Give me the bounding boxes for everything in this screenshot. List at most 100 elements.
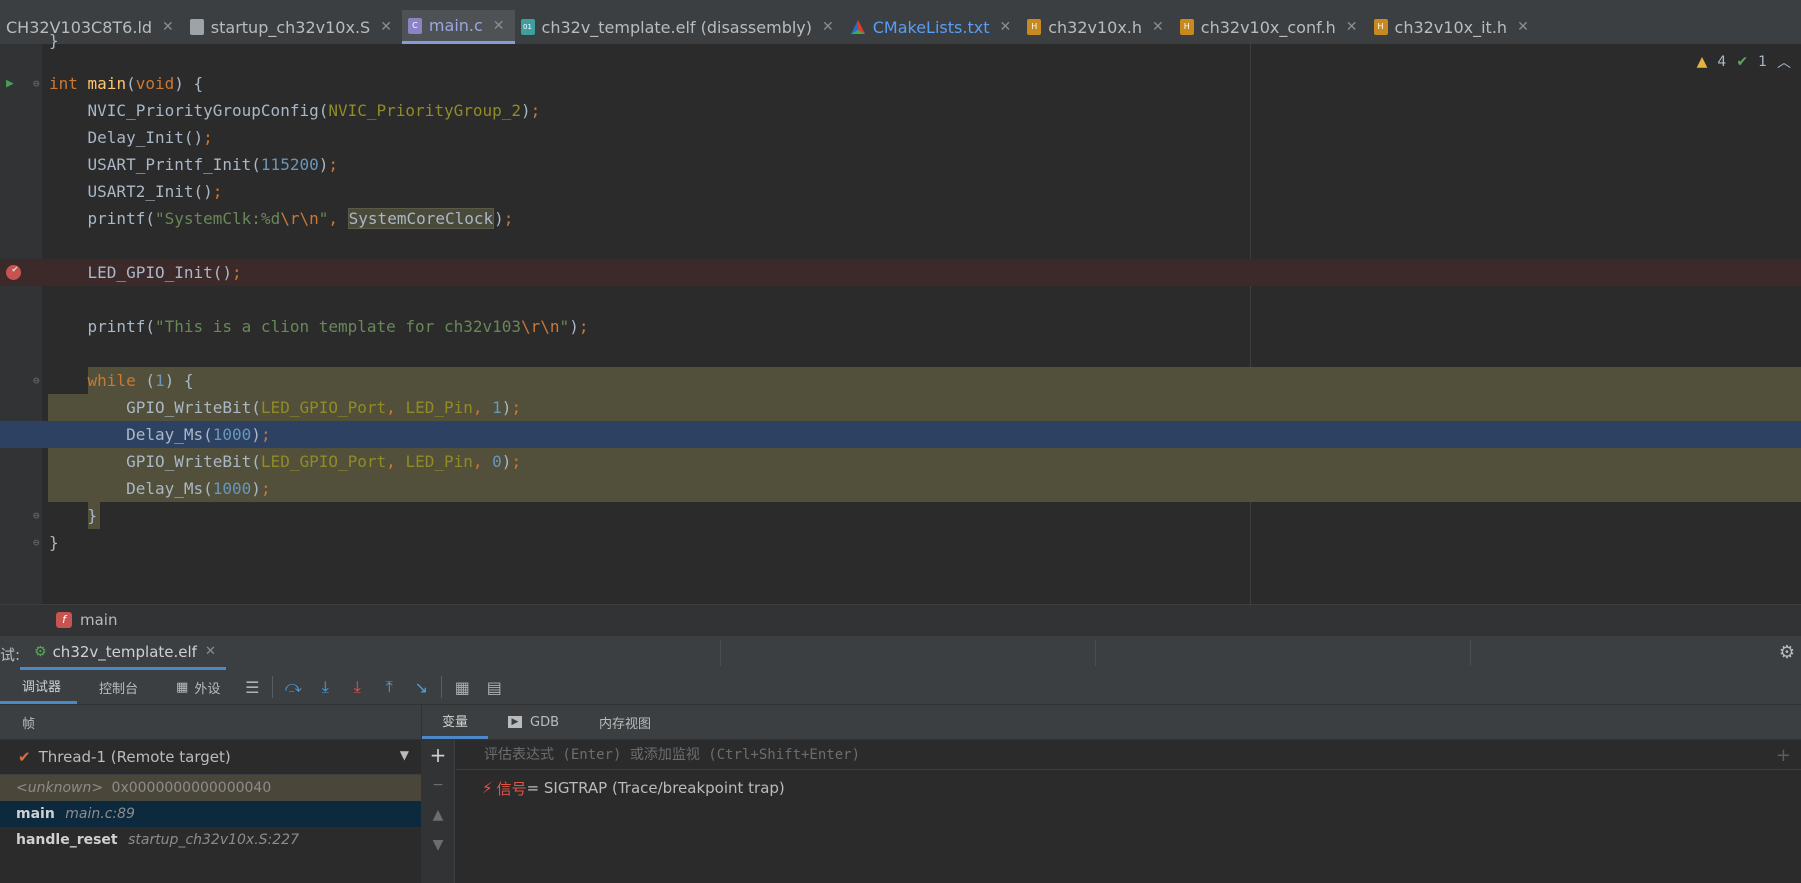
move-up-icon[interactable]: ▲ (422, 800, 454, 830)
code-line: USART2_Init(); (0, 178, 1801, 205)
tab-gdb[interactable]: ▶ GDB (488, 705, 579, 739)
tab-label: GDB (530, 714, 560, 730)
code-text: printf("SystemClk:%d\r\n", SystemCoreClo… (87, 208, 514, 229)
evaluate-expression-input[interactable] (456, 740, 1801, 770)
tab-debugger[interactable]: 调试器 (0, 670, 78, 704)
fold-icon[interactable]: ⊖ (33, 70, 40, 97)
signal-variable-row[interactable]: ⚡ 信号 = SIGTRAP (Trace/breakpoint trap) (482, 775, 785, 801)
variables-tabs: 变量 ▶ GDB 内存视图 (422, 705, 1801, 740)
tab-variables[interactable]: 变量 (422, 705, 489, 739)
code-text: printf("This is a clion template for ch3… (87, 317, 589, 336)
frames-header: 帧 (0, 705, 421, 740)
fold-icon[interactable]: ⊖ (33, 502, 40, 529)
code-text: GPIO_WriteBit(LED_GPIO_Port, LED_Pin, 1)… (126, 398, 522, 417)
fold-icon[interactable]: ⊖ (33, 529, 40, 556)
debug-bug-icon: ⚙ (34, 643, 47, 660)
frame-row[interactable]: handle_reset startup_ch32v10x.S:227 (0, 827, 421, 853)
code-text: Delay_Ms(1000); (126, 425, 271, 444)
tool-window-title: 试: (0, 646, 21, 664)
tab-label: 调试器 (22, 680, 62, 695)
frame-name: <unknown> (16, 780, 104, 796)
code-line: ⊖ while (1) { (0, 367, 1801, 394)
code-line: ▶ ⊖ int main(void) { (0, 70, 1801, 97)
code-editor[interactable]: ▲ 4 ✔ 1 ︿ } ▶ ⊖ int main(void) { NVIC_Pr… (0, 31, 1801, 604)
add-watch-icon[interactable]: + (1776, 745, 1791, 766)
force-step-into-icon[interactable]: ⤓ (341, 670, 373, 704)
frame-location: 0x0000000000000040 (111, 780, 272, 796)
divider (272, 676, 274, 698)
signal-icon: ⚡ (482, 779, 493, 797)
evaluate-table-icon[interactable]: ▦ (446, 670, 478, 704)
run-gutter-icon[interactable]: ▶ (6, 70, 14, 97)
debug-session-label: ch32v_template.elf (52, 642, 197, 661)
selection-highlight (88, 367, 1801, 394)
layout-icon[interactable]: ▤ (478, 670, 510, 704)
frame-location: main.c:89 (65, 806, 135, 822)
fold-icon[interactable]: ⊖ (33, 367, 40, 394)
divider (1095, 640, 1096, 666)
frame-row[interactable]: <unknown> 0x0000000000000040 (0, 775, 421, 801)
tab-label: 内存视图 (599, 716, 652, 732)
code-text: int main(void) { (49, 74, 204, 93)
tab-peripherals[interactable]: ▦ 外设 (154, 670, 236, 704)
code-text: NVIC_PriorityGroupConfig(NVIC_PriorityGr… (87, 101, 541, 120)
code-line: ⊖ } (0, 529, 1801, 556)
code-line-breakpoint: ✔ LED_GPIO_Init(); (0, 259, 1801, 286)
code-line: Delay_Init(); (0, 124, 1801, 151)
tab-label: 变量 (442, 715, 469, 730)
close-icon[interactable]: ✕ (205, 644, 216, 659)
code-line: GPIO_WriteBit(LED_GPIO_Port, LED_Pin, 0)… (0, 448, 1801, 475)
breadcrumb-function[interactable]: main (80, 611, 117, 629)
code-area[interactable]: } ▶ ⊖ int main(void) { NVIC_PriorityGrou… (0, 31, 1801, 604)
code-line: NVIC_PriorityGroupConfig(NVIC_PriorityGr… (0, 97, 1801, 124)
code-text: while (1) { (87, 371, 194, 390)
frames-title: 帧 (22, 716, 36, 732)
divider (720, 640, 721, 666)
selection-highlight (48, 475, 1801, 502)
chevron-down-icon[interactable]: ▼ (400, 748, 409, 762)
tab-memory-view[interactable]: 内存视图 (579, 705, 671, 739)
code-text: LED_GPIO_Init(); (87, 263, 242, 282)
code-line: USART_Printf_Init(115200); (0, 151, 1801, 178)
thread-dropdown[interactable]: ✔ Thread-1 (Remote target) ▼ (0, 740, 421, 775)
code-line-execution-point: Delay_Ms(1000); (0, 421, 1801, 448)
add-icon[interactable]: + (422, 740, 454, 770)
thread-check-icon: ✔ (18, 748, 31, 766)
chip-icon: ▦ (176, 679, 189, 695)
code-text: USART2_Init(); (87, 182, 223, 201)
code-text: Delay_Init(); (87, 128, 213, 147)
debug-session-tab[interactable]: ⚙ ch32v_template.elf ✕ (20, 636, 226, 670)
code-text: } (49, 31, 59, 50)
breadcrumb[interactable]: f main (0, 604, 1801, 635)
tab-console[interactable]: 控制台 (77, 670, 154, 704)
code-line: } (0, 27, 1801, 54)
tab-label: 外设 (194, 681, 221, 697)
divider (1470, 640, 1471, 666)
gear-icon[interactable]: ⚙ (1779, 642, 1795, 663)
debug-tool-window-header: 试: ⚙ ch32v_template.elf ✕ ⚙ (0, 635, 1801, 671)
thread-label: Thread-1 (Remote target) (38, 748, 231, 766)
code-text: GPIO_WriteBit(LED_GPIO_Port, LED_Pin, 0)… (126, 452, 522, 471)
step-into-icon[interactable]: ⤓ (309, 670, 341, 704)
code-line: GPIO_WriteBit(LED_GPIO_Port, LED_Pin, 1)… (0, 394, 1801, 421)
debug-toolbar: 调试器 控制台 ▦ 外设 ☰ ⤼ ⤓ ⤓ ⤒ ↘ ▦ ▤ (0, 670, 1801, 705)
frame-name: handle_reset (16, 832, 118, 848)
step-over-icon[interactable]: ⤼ (277, 670, 309, 704)
code-text: } (87, 506, 98, 525)
step-out-icon[interactable]: ⤒ (373, 670, 405, 704)
code-text: Delay_Ms(1000); (126, 479, 271, 498)
run-to-cursor-icon[interactable]: ↘ (405, 670, 437, 704)
remove-icon[interactable]: − (422, 770, 454, 800)
menu-icon[interactable]: ☰ (236, 670, 268, 704)
code-line: printf("This is a clion template for ch3… (0, 313, 1801, 340)
code-text: } (49, 533, 59, 552)
variables-side-toolbar: + − ▲ ▼ (422, 740, 455, 883)
verified-check-icon: ✔ (12, 264, 19, 275)
frame-name: main (16, 806, 55, 822)
console-icon: ▶ (508, 716, 523, 728)
code-line: Delay_Ms(1000); (0, 475, 1801, 502)
title-strip (0, 0, 1801, 10)
frame-row-selected[interactable]: main main.c:89 (0, 801, 421, 827)
move-down-icon[interactable]: ▼ (422, 830, 454, 860)
function-icon: f (56, 612, 72, 628)
